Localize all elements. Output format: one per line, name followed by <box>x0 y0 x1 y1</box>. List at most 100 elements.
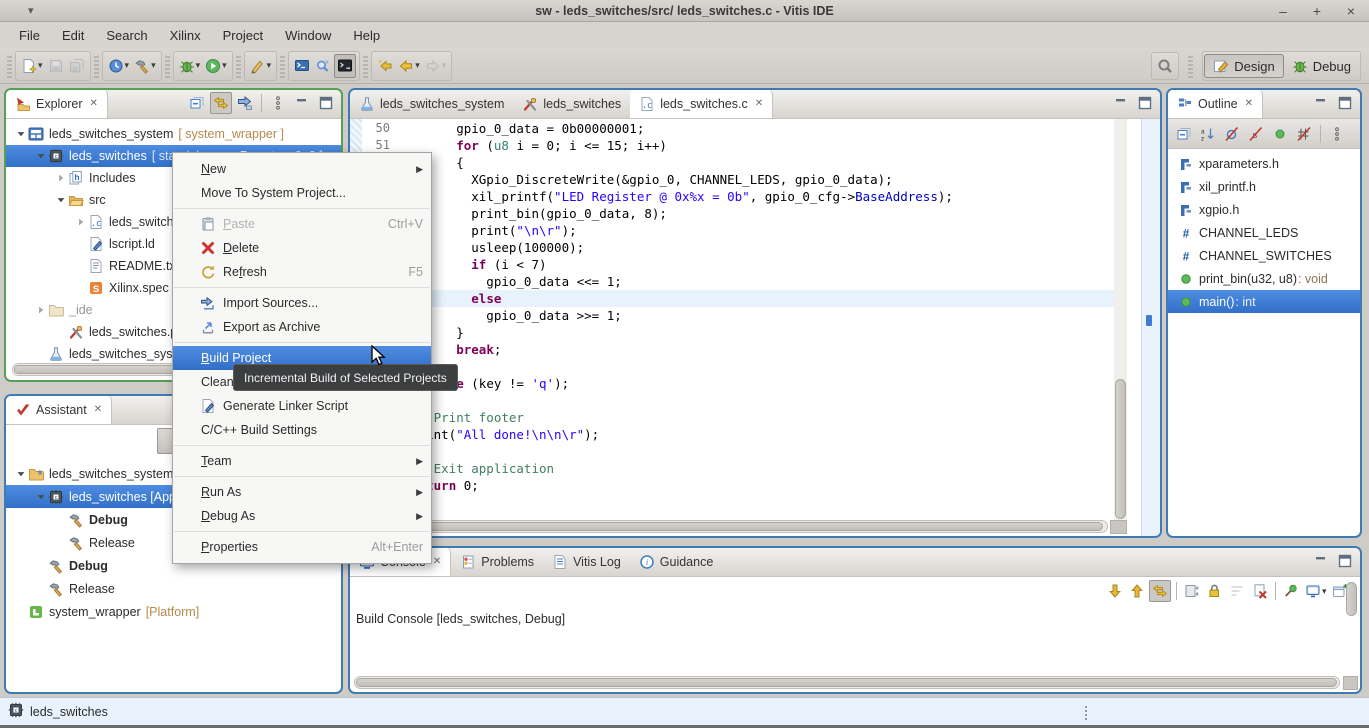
perspective-debug[interactable]: Debug <box>1284 55 1359 77</box>
forward-button[interactable]: ▾ <box>423 54 449 78</box>
view-menu-button[interactable] <box>1326 123 1348 145</box>
collapse-all-button[interactable] <box>186 92 208 114</box>
scroll-up-button[interactable] <box>1127 580 1147 602</box>
word-wrap-button[interactable] <box>1226 580 1248 602</box>
tab-assistant[interactable]: Assistant ✕ <box>6 395 112 424</box>
maximize-view-button[interactable] <box>1134 92 1156 114</box>
tree-item-system-wrapper[interactable]: system_wrapper[Platform] <box>6 600 341 623</box>
close-icon[interactable]: ✕ <box>755 98 763 109</box>
close-icon[interactable]: ✕ <box>1245 98 1253 109</box>
menu-file[interactable]: File <box>8 25 51 46</box>
close-icon[interactable]: ✕ <box>90 98 98 109</box>
outline-item-channel-switches[interactable]: #CHANNEL_SWITCHES <box>1168 244 1360 267</box>
editor-overview-ruler[interactable] <box>1141 119 1160 536</box>
menu-search[interactable]: Search <box>95 25 158 46</box>
context-menu-import-sources-[interactable]: Import Sources... <box>173 291 431 315</box>
outline-item-xil-printf-h[interactable]: xil_printf.h <box>1168 175 1360 198</box>
hide-non-public-button[interactable] <box>1269 123 1291 145</box>
maximize-button[interactable]: + <box>1309 1 1325 21</box>
context-menu-generate-linker-script[interactable]: Generate Linker Script <box>173 394 431 418</box>
debug-bug-button[interactable]: ▾ <box>177 54 203 78</box>
menu-project[interactable]: Project <box>212 25 274 46</box>
save-button[interactable] <box>46 54 66 78</box>
menu-help[interactable]: Help <box>342 25 391 46</box>
new-wizard-button[interactable]: ▾ <box>19 54 45 78</box>
menu-window[interactable]: Window <box>274 25 342 46</box>
menu-xilinx[interactable]: Xilinx <box>159 25 212 46</box>
context-menu-c-c-build-settings[interactable]: C/C++ Build Settings <box>173 418 431 442</box>
chevron-down-icon[interactable]: ▾ <box>267 60 272 71</box>
context-menu-export-as-archive[interactable]: Export as Archive <box>173 315 431 339</box>
editor-tab-leds-switches-c[interactable]: .cleds_switches.c✕ <box>630 89 773 118</box>
perspective-design[interactable]: Design <box>1204 54 1283 78</box>
chevron-down-icon[interactable]: ▾ <box>196 60 201 71</box>
minimize-view-icon[interactable] <box>1310 92 1332 114</box>
chevron-down-icon[interactable]: ▾ <box>38 60 43 71</box>
console-tab-guidance[interactable]: iGuidance <box>630 547 723 576</box>
context-menu-run-as[interactable]: Run As▶ <box>173 480 431 504</box>
close-icon[interactable]: ✕ <box>433 556 441 567</box>
editor-hscrollbar[interactable] <box>354 520 1108 533</box>
chevron-down-icon[interactable]: ▾ <box>151 60 156 71</box>
run-button[interactable]: ▾ <box>203 54 229 78</box>
display-console-button[interactable]: ▾ <box>1303 580 1329 602</box>
clear-console-button[interactable] <box>1250 580 1270 602</box>
inspect-button[interactable] <box>313 54 333 78</box>
chevron-down-icon[interactable]: ▾ <box>222 60 227 71</box>
window-menu-icon[interactable]: ▾ <box>28 4 34 17</box>
minimize-view-button[interactable] <box>291 92 313 114</box>
outline-item-xparameters-h[interactable]: xparameters.h <box>1168 152 1360 175</box>
close-icon[interactable]: ✕ <box>94 404 102 415</box>
outline-item-xgpio-h[interactable]: xgpio.h <box>1168 198 1360 221</box>
editor-tab-leds-switches-system[interactable]: leds_switches_system <box>350 89 513 118</box>
sort-button[interactable]: az <box>1197 123 1219 145</box>
close-button[interactable]: × <box>1343 1 1359 21</box>
open-element-button[interactable]: ▾ <box>248 54 274 78</box>
minimize-view-icon[interactable] <box>1310 550 1332 572</box>
terminal-button[interactable] <box>292 54 312 78</box>
profile-button[interactable]: ▾ <box>106 54 132 78</box>
terminal-dark-button[interactable] <box>334 54 356 78</box>
scroll-down-button[interactable] <box>1105 580 1125 602</box>
back-button[interactable]: ▾ <box>396 54 422 78</box>
menu-edit[interactable]: Edit <box>51 25 95 46</box>
console-hscrollbar[interactable] <box>354 676 1340 689</box>
minimize-view-button[interactable] <box>1110 92 1132 114</box>
save-all-button[interactable] <box>67 54 87 78</box>
minimize-button[interactable]: – <box>1275 1 1291 21</box>
outline-item-main-[interactable]: main() : int <box>1168 290 1360 313</box>
view-menu-button[interactable] <box>267 92 289 114</box>
focus-task-button[interactable] <box>234 92 256 114</box>
collapse-all-button[interactable] <box>1173 123 1195 145</box>
maximize-view-button[interactable] <box>315 92 337 114</box>
search-button[interactable] <box>1151 52 1179 80</box>
build-button[interactable]: ▾ <box>132 54 158 78</box>
editor-tab-leds-switches[interactable]: leds_switches <box>513 89 630 118</box>
context-menu-properties[interactable]: PropertiesAlt+Enter <box>173 535 431 559</box>
outline-item-print-bin-u32-u8-[interactable]: print_bin(u32, u8) : void <box>1168 267 1360 290</box>
context-menu-debug-as[interactable]: Debug As▶ <box>173 504 431 528</box>
context-menu-move-to-system-project-[interactable]: Move To System Project... <box>173 181 431 205</box>
context-menu-delete[interactable]: Delete <box>173 236 431 260</box>
link-editor-button[interactable] <box>210 92 232 114</box>
context-menu-team[interactable]: Team▶ <box>173 449 431 473</box>
tab-outline[interactable]: Outline ✕ <box>1168 89 1263 118</box>
chevron-down-icon[interactable]: ▾ <box>125 60 130 71</box>
outline-item-channel-leds[interactable]: #CHANNEL_LEDS <box>1168 221 1360 244</box>
maximize-view-icon[interactable] <box>1334 550 1356 572</box>
hide-static-button[interactable]: s <box>1245 123 1267 145</box>
console-vscrollbar[interactable] <box>1345 580 1358 620</box>
editor-code-area[interactable]: gpio_0_data = 0b00000001; for (u8 i = 0;… <box>396 120 1126 494</box>
line-marker[interactable] <box>1146 315 1152 326</box>
console-tab-problems[interactable]: Problems <box>451 547 543 576</box>
context-menu-refresh[interactable]: RefreshF5 <box>173 260 431 284</box>
scroll-lock-button[interactable] <box>1204 580 1224 602</box>
show-stdout-button[interactable] <box>1182 580 1202 602</box>
tree-item-release[interactable]: Release <box>6 577 341 600</box>
hide-fields-button[interactable] <box>1221 123 1243 145</box>
maximize-view-icon[interactable] <box>1334 92 1356 114</box>
back-star-button[interactable] <box>375 54 395 78</box>
context-menu-paste[interactable]: PasteCtrl+V <box>173 212 431 236</box>
chevron-down-icon[interactable]: ▾ <box>1322 586 1327 597</box>
chevron-down-icon[interactable]: ▾ <box>442 60 447 71</box>
